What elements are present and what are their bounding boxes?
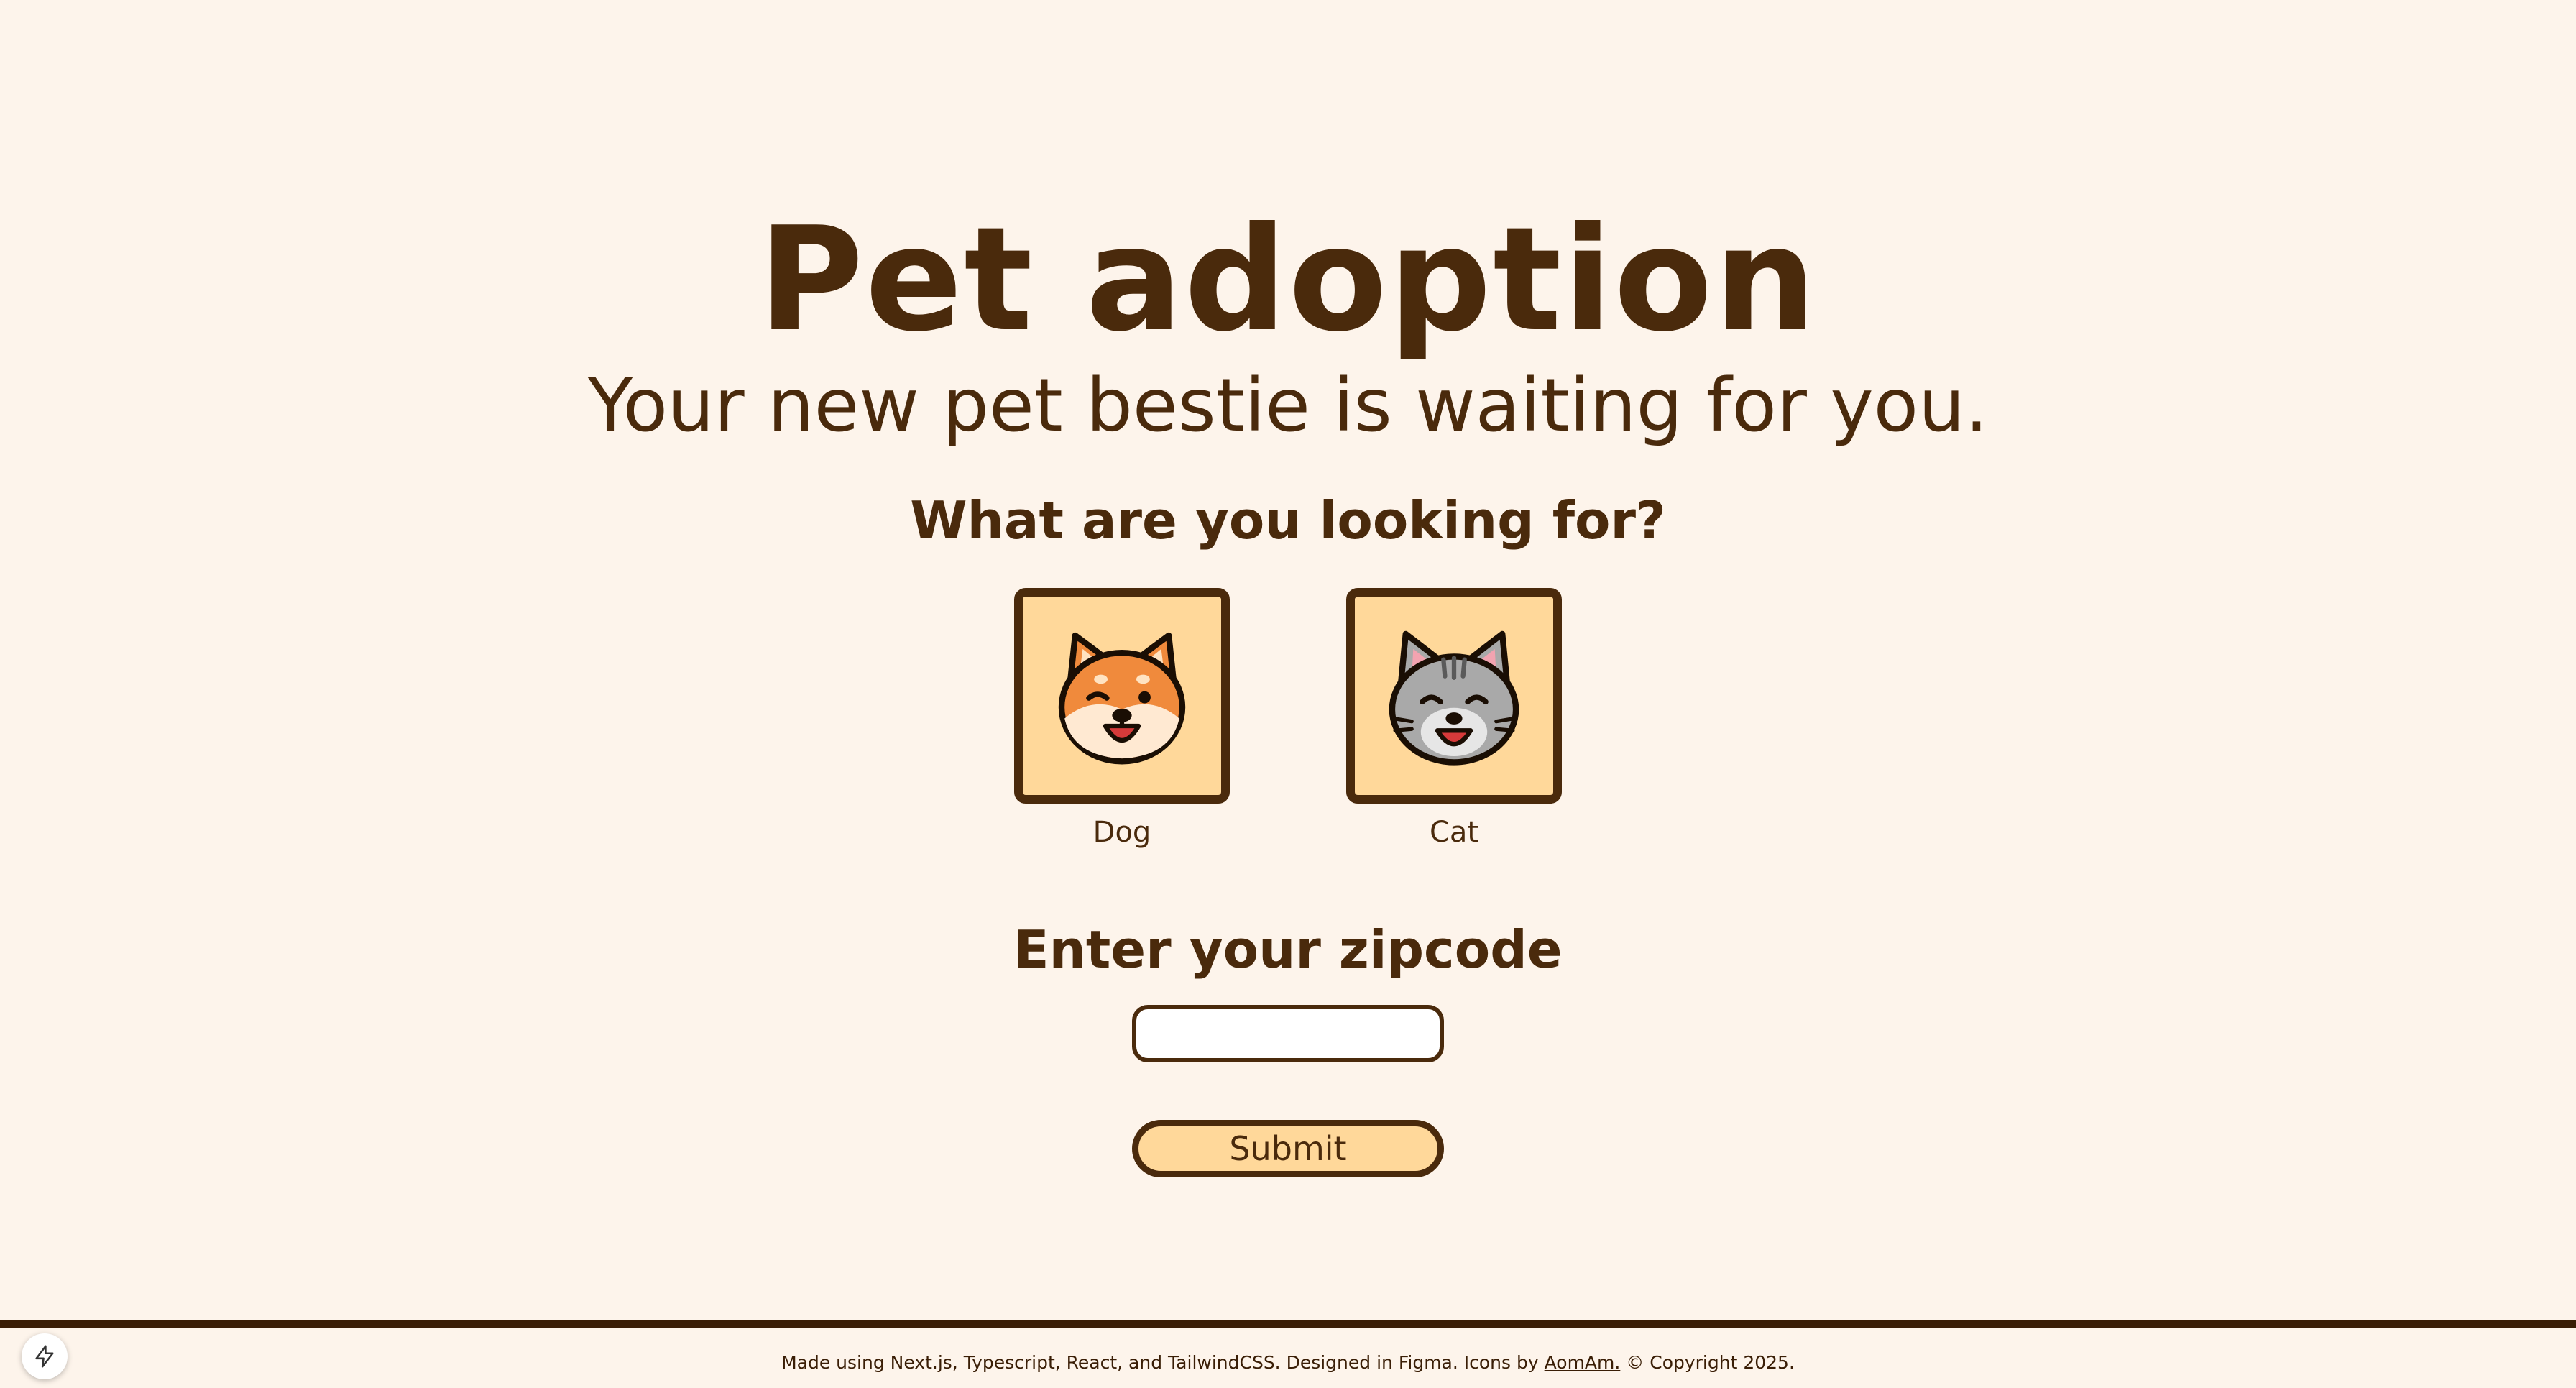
- submit-button[interactable]: Submit: [1132, 1120, 1444, 1177]
- page: Pet adoption Your new pet bestie is wait…: [0, 0, 2576, 1388]
- footer-divider: [0, 1320, 2576, 1328]
- icons-credit-link[interactable]: AomAm.: [1545, 1352, 1621, 1373]
- pet-option-dog[interactable]: Dog: [1014, 588, 1230, 852]
- pet-label-cat: Cat: [1429, 816, 1479, 849]
- cat-card-button[interactable]: [1346, 588, 1562, 804]
- pet-question-heading: What are you looking for?: [910, 490, 1666, 551]
- footer-prefix: Made using Next.js, Typescript, React, a…: [781, 1352, 1545, 1373]
- lightning-icon: [35, 1345, 54, 1368]
- footer-suffix: © Copyright 2025.: [1620, 1352, 1795, 1373]
- footer-text: Made using Next.js, Typescript, React, a…: [0, 1348, 2576, 1377]
- zipcode-heading: Enter your zipcode: [1013, 919, 1563, 980]
- page-title: Pet adoption: [758, 196, 1818, 364]
- dog-face-icon: [1058, 632, 1186, 765]
- cat-face-icon: [1389, 630, 1519, 766]
- pet-option-cat[interactable]: Cat: [1346, 588, 1562, 852]
- dog-card-button[interactable]: [1014, 588, 1230, 804]
- dev-tools-badge[interactable]: [22, 1333, 68, 1379]
- pet-label-dog: Dog: [1092, 816, 1151, 849]
- page-subtitle: Your new pet bestie is waiting for you.: [587, 363, 1989, 449]
- zipcode-input[interactable]: [1132, 1005, 1444, 1062]
